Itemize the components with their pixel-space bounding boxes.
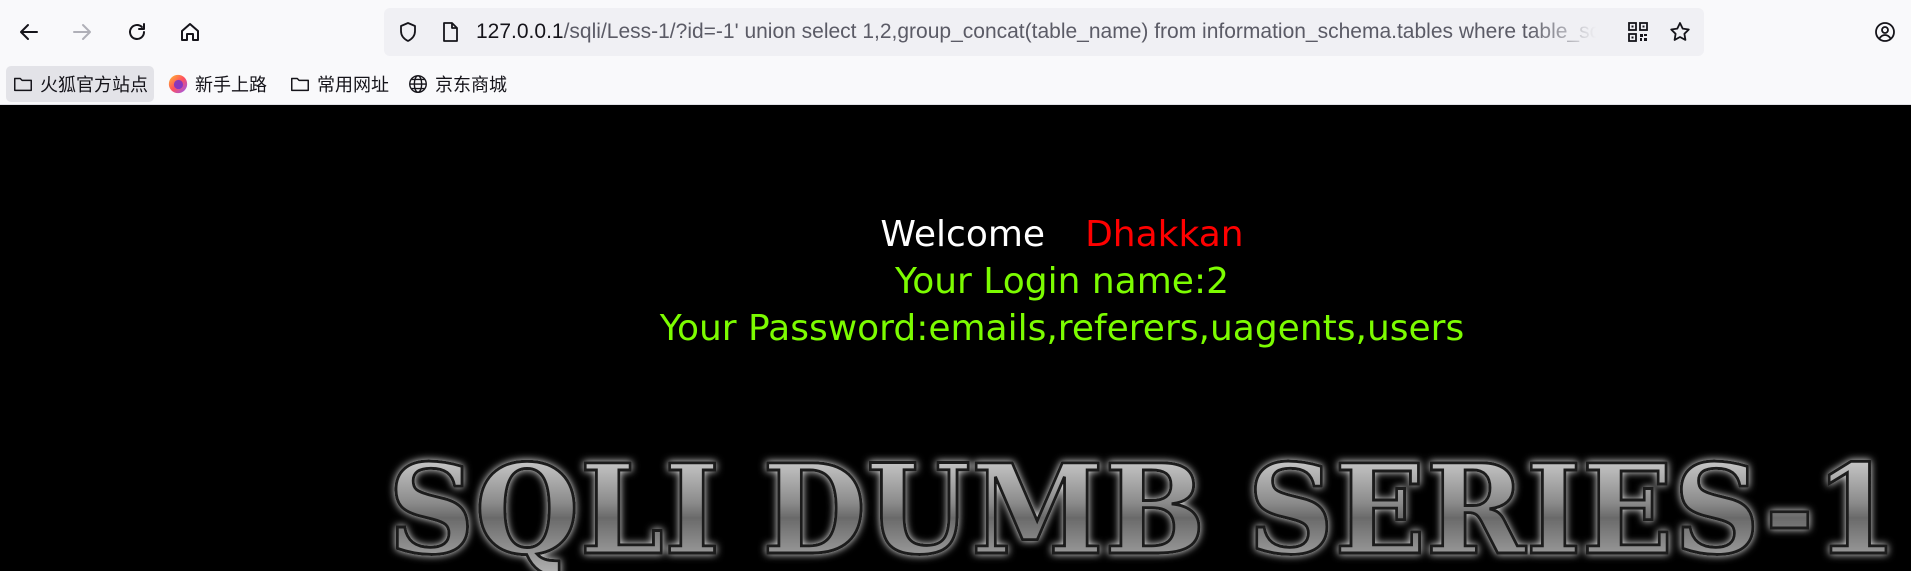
url-path: /sqli/Less-1/?id=-1' union select 1,2,gr…: [563, 20, 1596, 43]
sqli-dumb-series-banner: SQLI DUMB SERIES-1: [387, 441, 1900, 571]
bookmark-item-getting-started[interactable]: 新手上路: [161, 66, 273, 102]
account-button[interactable]: [1865, 12, 1905, 52]
home-icon: [181, 23, 199, 41]
bookmarks-bar: 火狐官方站点 新手上路 常用网址 京东商城: [0, 64, 1911, 105]
arrow-left-icon: [20, 24, 38, 40]
username-text: Dhakkan: [1085, 214, 1244, 255]
bookmark-item-firefox-official[interactable]: 火狐官方站点: [6, 66, 154, 102]
bookmark-label: 京东商城: [435, 75, 507, 96]
password-line: Your Password:emails,referers,uagents,us…: [659, 308, 1465, 349]
page-content: Welcome Dhakkan Your Login name:2 Your Pa…: [0, 106, 1911, 571]
browser-toolbar: 127.0.0.1/sqli/Less-1/?id=-1' union sele…: [0, 0, 1911, 64]
bookmark-item-jd-mall[interactable]: 京东商城: [401, 66, 513, 102]
bookmark-label: 火狐官方站点: [40, 75, 148, 96]
login-name-line: Your Login name:2: [895, 261, 1229, 302]
back-button[interactable]: [9, 12, 49, 52]
account-icon: [1875, 22, 1895, 42]
bookmark-label: 新手上路: [195, 75, 267, 96]
reload-button[interactable]: [117, 12, 157, 52]
address-bar[interactable]: 127.0.0.1/sqli/Less-1/?id=-1' union sele…: [384, 8, 1704, 56]
url-host: 127.0.0.1: [476, 20, 564, 43]
folder-icon: [291, 77, 309, 92]
star-icon[interactable]: [1668, 20, 1692, 44]
welcome-text: Welcome: [880, 214, 1046, 255]
qr-code-icon[interactable]: [1626, 20, 1650, 44]
globe-icon: [409, 75, 427, 93]
bookmark-label: 常用网址: [317, 75, 389, 96]
banner-text: SQLI DUMB SERIES-1: [388, 441, 1898, 571]
shield-icon[interactable]: [396, 20, 420, 44]
bookmark-item-common-sites[interactable]: 常用网址: [283, 66, 395, 102]
home-button[interactable]: [170, 12, 210, 52]
welcome-line: Welcome Dhakkan: [0, 212, 1911, 258]
reload-icon: [129, 23, 145, 40]
firefox-icon: [168, 74, 188, 94]
forward-button[interactable]: [62, 12, 102, 52]
url-text[interactable]: 127.0.0.1/sqli/Less-1/?id=-1' union sele…: [476, 8, 1596, 56]
page-icon[interactable]: [438, 20, 462, 44]
folder-icon: [14, 77, 32, 92]
arrow-right-icon: [73, 24, 91, 40]
